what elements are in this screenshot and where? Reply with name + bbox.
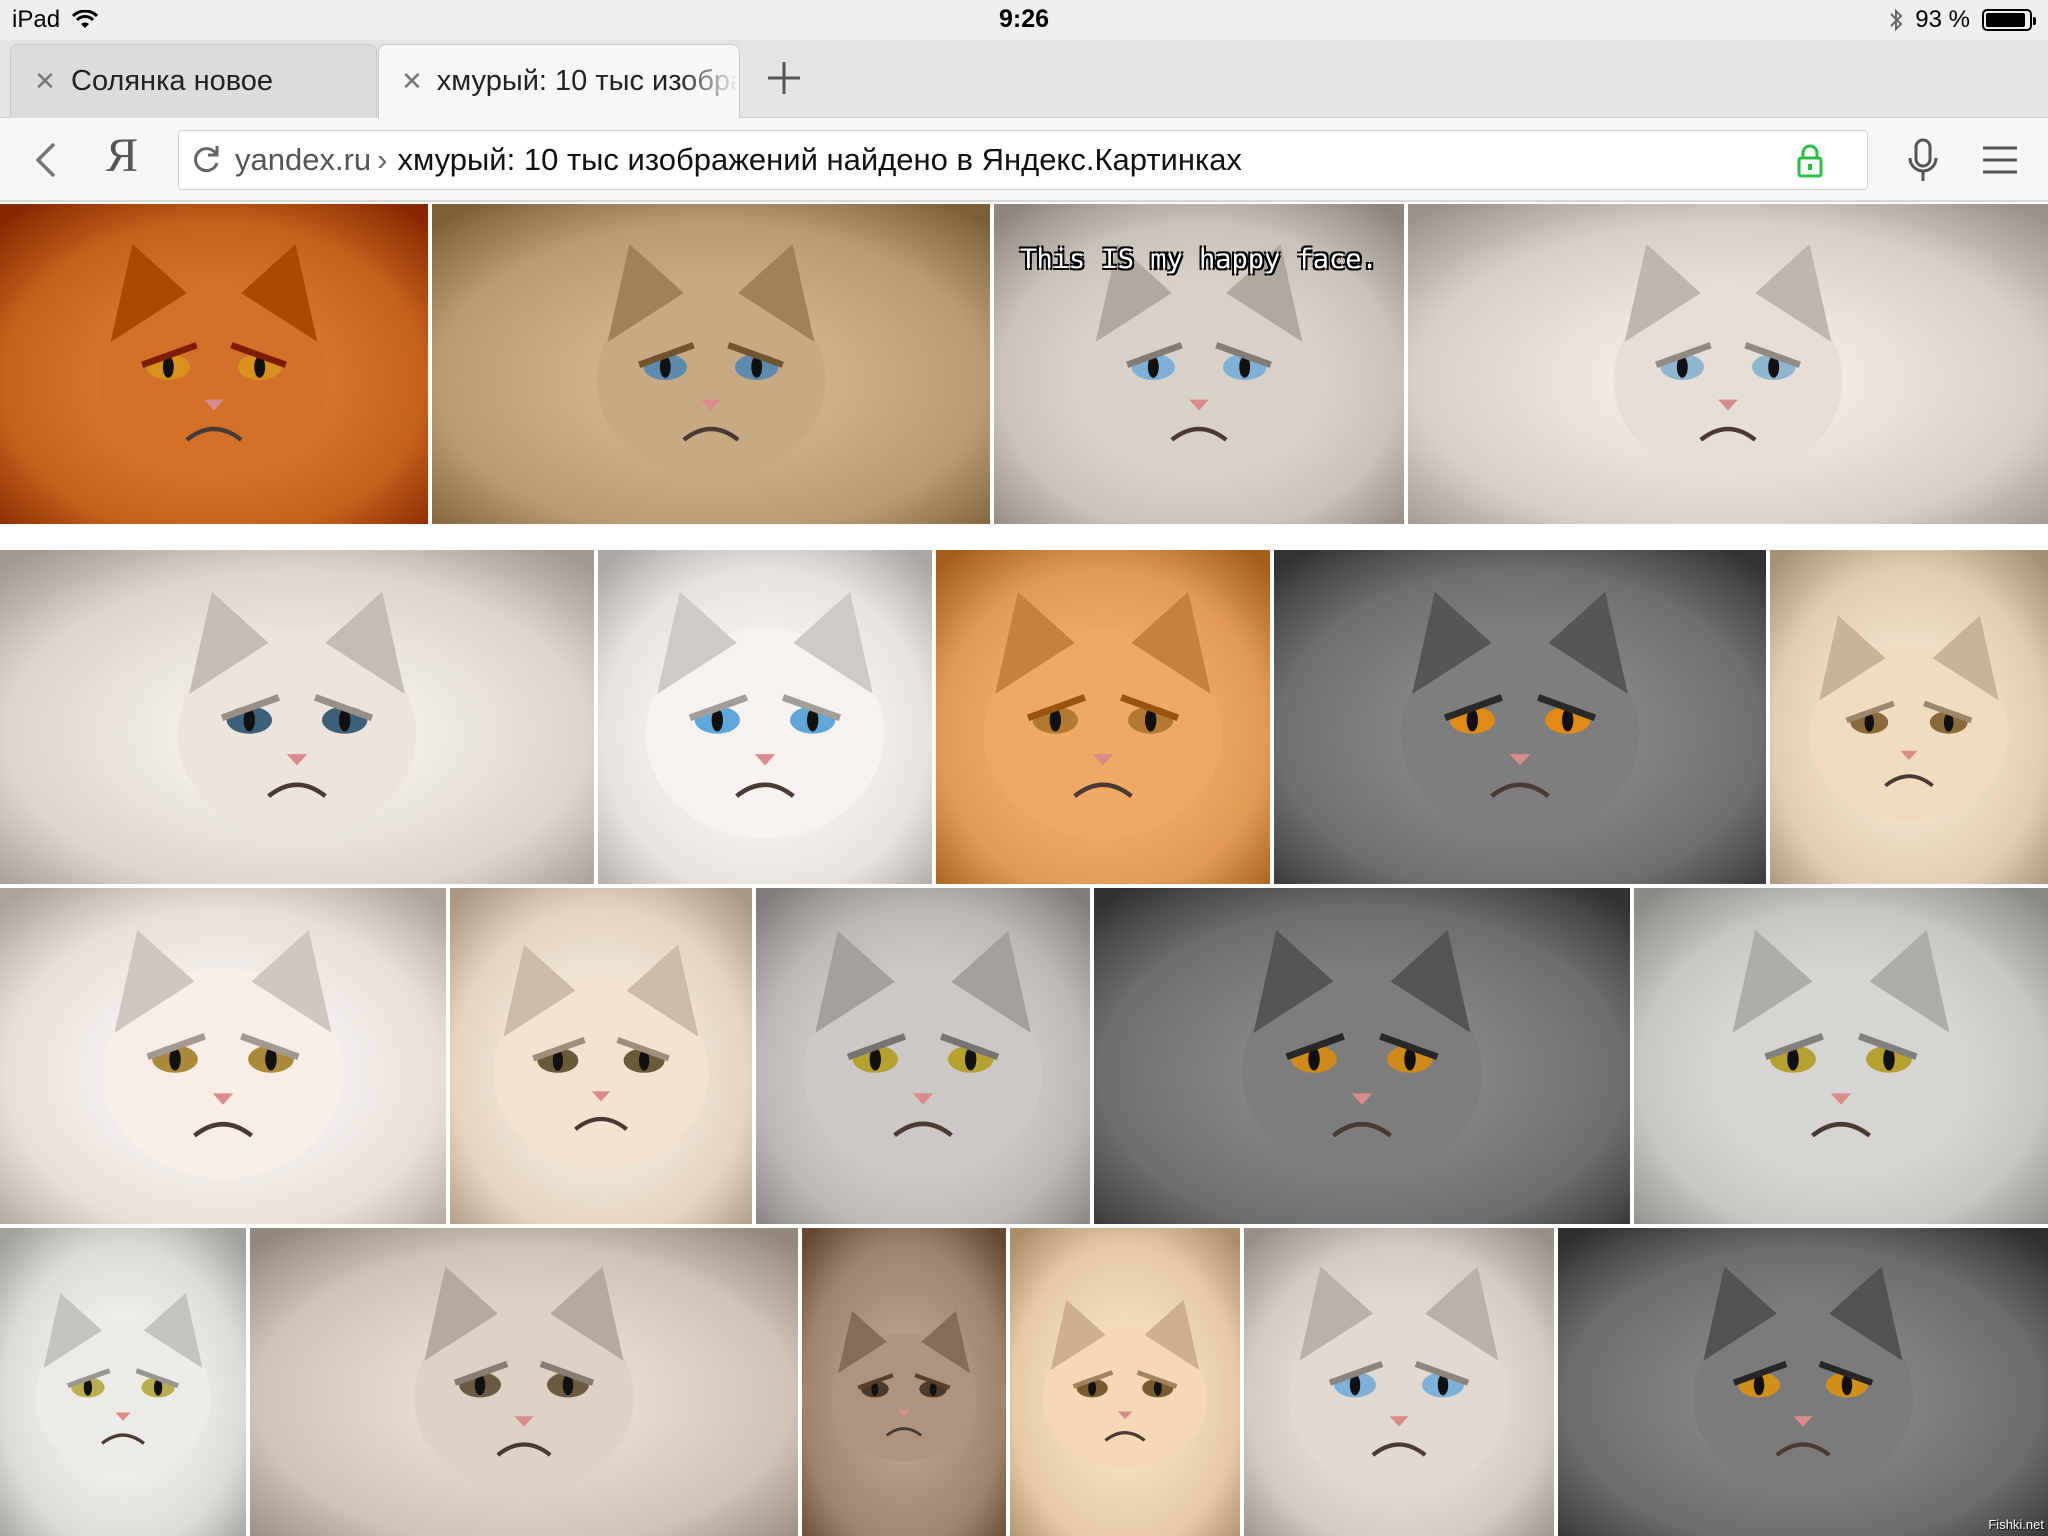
image-thumbnail — [1770, 550, 2048, 884]
image-result-curly-grey-cat[interactable] — [756, 888, 1090, 1224]
image-result-cat-in-box[interactable] — [450, 888, 752, 1224]
image-caption: This IS my happy face. — [1020, 244, 1378, 275]
image-result-cream-cat-sitting-2[interactable] — [1010, 1228, 1240, 1536]
tab-solyanka[interactable]: ✕ Солянка новое — [10, 44, 377, 118]
image-thumbnail — [432, 204, 990, 524]
image-thumbnail — [1274, 550, 1766, 884]
tab-grumpy-search[interactable]: ✕ хмурый: 10 тыс изображений — [378, 44, 740, 118]
image-result-grumpy-cat-painting[interactable] — [598, 550, 932, 884]
image-result-grumpy-cat-blue[interactable] — [1244, 1228, 1554, 1536]
image-thumbnail — [1010, 1228, 1240, 1536]
image-result-grumpy-cat-happy-face[interactable]: This IS my happy face. — [994, 204, 1404, 524]
reload-icon[interactable] — [189, 143, 223, 177]
image-thumbnail — [936, 550, 1270, 884]
image-results-grid: This IS my happy face. Fishki.net — [0, 204, 2048, 1536]
image-result-white-cat-closeup[interactable] — [0, 888, 446, 1224]
image-thumbnail — [250, 1228, 798, 1536]
image-result-grumpy-cat-hat[interactable] — [1408, 204, 2048, 524]
secure-lock-icon[interactable] — [1795, 143, 1825, 179]
image-thumbnail — [802, 1228, 1006, 1536]
image-result-siamese-cat-window[interactable] — [250, 1228, 798, 1536]
page-title: хмурый: 10 тыс изображений найдено в Янд… — [397, 142, 1242, 177]
tab-label: Солянка новое — [71, 65, 274, 97]
image-thumbnail — [1558, 1228, 2048, 1536]
yandex-logo[interactable]: Я — [106, 128, 138, 183]
image-thumbnail — [1634, 888, 2048, 1224]
image-result-curly-cat-on-rug[interactable] — [1634, 888, 2048, 1224]
image-result-curly-white-cat[interactable] — [0, 1228, 246, 1536]
watermark: Fishki.net — [1988, 1517, 2044, 1532]
image-thumbnail — [0, 888, 446, 1224]
image-result-british-shorthair-2[interactable]: Fishki.net — [1558, 1228, 2048, 1536]
back-arrow-icon[interactable] — [26, 138, 70, 182]
image-result-cream-cat-sitting[interactable] — [1770, 550, 2048, 884]
address-bar: Я yandex.ru › хмурый: 10 тыс изображений… — [0, 118, 2048, 202]
image-thumbnail — [756, 888, 1090, 1224]
image-result-grumpy-cat-macys[interactable] — [432, 204, 990, 524]
tab-close-button[interactable]: ✕ — [33, 66, 57, 97]
tab-label: хмурый: 10 тыс изображений — [436, 65, 739, 97]
image-thumbnail — [0, 1228, 246, 1536]
image-thumbnail — [1094, 888, 1630, 1224]
image-thumbnail — [0, 550, 594, 884]
microphone-icon[interactable] — [1906, 138, 1940, 184]
url-separator: › — [377, 142, 388, 177]
battery-percent: 93 % — [1915, 6, 1970, 33]
image-result-siamese-cat-hoodie[interactable] — [0, 550, 594, 884]
image-thumbnail — [1244, 1228, 1554, 1536]
new-tab-icon[interactable] — [764, 58, 804, 98]
bluetooth-icon — [1890, 8, 1903, 32]
image-result-british-shorthair[interactable] — [1094, 888, 1630, 1224]
image-result-orange-persian-cat[interactable] — [0, 204, 428, 524]
url-field[interactable]: yandex.ru › хмурый: 10 тыс изображений н… — [178, 130, 1868, 190]
battery-icon — [1982, 9, 2036, 31]
image-thumbnail — [450, 888, 752, 1224]
image-result-grey-cat-closeup[interactable] — [1274, 550, 1766, 884]
clock: 9:26 — [998, 5, 1050, 33]
status-bar: iPad 9:26 93 % — [0, 0, 2048, 40]
url-domain: yandex.ru — [235, 142, 372, 177]
menu-icon[interactable] — [1980, 142, 2020, 178]
tab-close-button[interactable]: ✕ — [401, 66, 423, 97]
image-thumbnail — [598, 550, 932, 884]
image-result-orange-persian-cat-2[interactable] — [936, 550, 1270, 884]
image-thumbnail — [1408, 204, 2048, 524]
tab-bar: ✕ Солянка новое ✕ хмурый: 10 тыс изображ… — [0, 40, 2048, 118]
image-result-grumpy-old-man[interactable] — [802, 1228, 1006, 1536]
image-thumbnail — [0, 204, 428, 524]
